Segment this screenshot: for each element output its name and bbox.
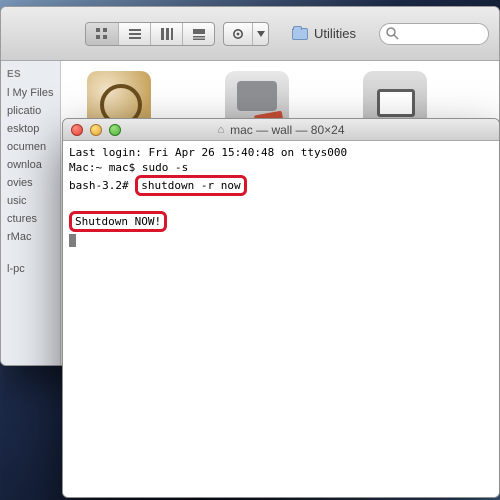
sidebar-item-applications[interactable]: plicatio [1,102,60,120]
sidebar-item-airdrop[interactable]: rMac [1,228,60,246]
finder-title-text: Utilities [314,26,356,41]
finder-title: Utilities [277,26,371,41]
highlight-shutdown-cmd: shutdown -r now [135,175,246,196]
terminal-cursor-row [69,232,493,247]
sidebar-item-music[interactable]: usic [1,192,60,210]
search-icon [386,27,399,40]
view-column-button[interactable] [150,23,182,45]
view-icon-button[interactable] [86,23,118,45]
view-coverflow-button[interactable] [182,23,214,45]
sidebar-header: ES [1,67,60,84]
terminal-line-shutdown: bash-3.2# shutdown -r now [69,175,493,196]
terminal-body[interactable]: Last login: Fri Apr 26 15:40:48 on ttys0… [63,141,499,497]
finder-toolbar: Utilities [1,7,499,61]
home-icon: ⌂ [217,124,224,136]
view-mode-segmented [85,22,215,46]
terminal-window: ⌂ mac — wall — 80×24 Last login: Fri Apr… [62,118,500,498]
close-button[interactable] [71,124,83,136]
terminal-titlebar: ⌂ mac — wall — 80×24 [63,119,499,141]
sidebar-item-movies[interactable]: ovies [1,174,60,192]
finder-search [379,23,489,45]
minimize-button[interactable] [90,124,102,136]
action-menu[interactable] [223,22,269,46]
chevron-down-icon[interactable] [252,23,268,45]
sidebar-item-documents[interactable]: ocumen [1,138,60,156]
terminal-line-blank [69,196,493,211]
cursor-icon [69,234,76,247]
view-list-button[interactable] [118,23,150,45]
folder-icon [292,28,308,40]
terminal-line-login: Last login: Fri Apr 26 15:40:48 on ttys0… [69,145,493,160]
traffic-lights [63,124,121,136]
terminal-line-sudo: Mac:~ mac$ sudo -s [69,160,493,175]
finder-sidebar: ES l My Files plicatio esktop ocumen own… [1,61,61,365]
terminal-title-text: mac — wall — 80×24 [230,123,344,137]
terminal-line-broadcast: Shutdown NOW! [69,211,493,232]
sidebar-item-desktop[interactable]: esktop [1,120,60,138]
terminal-title: ⌂ mac — wall — 80×24 [63,123,499,137]
zoom-button[interactable] [109,124,121,136]
sidebar-item-shared[interactable]: l-pc [1,260,60,278]
highlight-broadcast: Shutdown NOW! [69,211,167,232]
sidebar-item-downloads[interactable]: ownloa [1,156,60,174]
sidebar-item-allmyfiles[interactable]: l My Files [1,84,60,102]
gear-icon[interactable] [224,23,252,45]
sidebar-item-pictures[interactable]: ctures [1,210,60,228]
